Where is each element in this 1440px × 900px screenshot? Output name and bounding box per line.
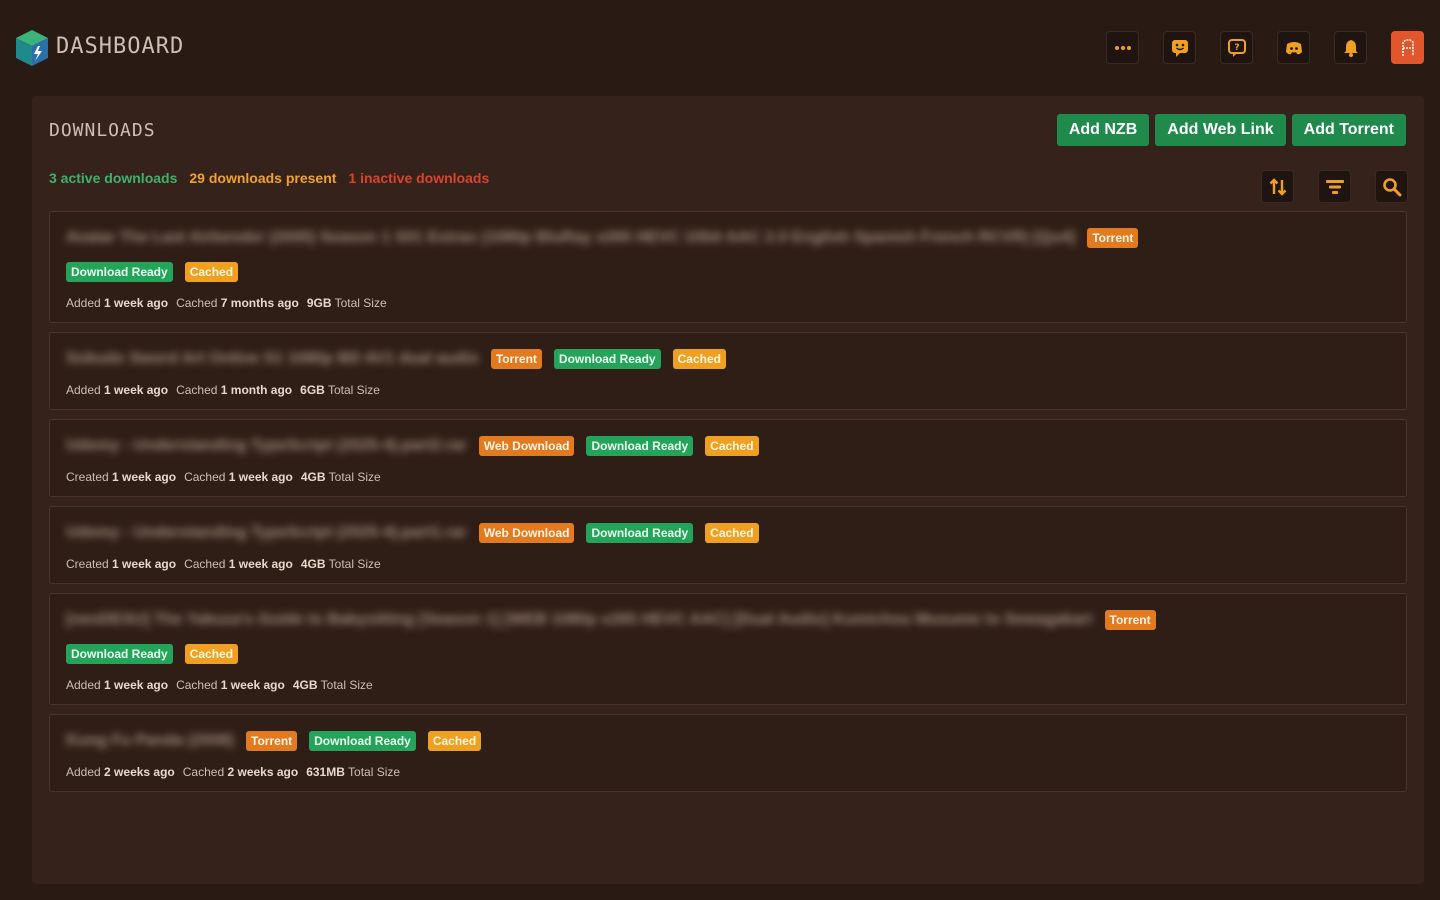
download-meta: Added 1 week ago Cached 7 months ago 9GB… xyxy=(66,296,1390,310)
added-label: Added xyxy=(66,383,101,397)
cached-badge: Cached xyxy=(705,436,759,456)
type-badge: Torrent xyxy=(1087,228,1139,248)
cached-label: Cached xyxy=(182,765,225,779)
type-badge: Web Download xyxy=(478,523,575,543)
cached-value: 2 weeks ago xyxy=(227,765,299,779)
downloads-panel: DOWNLOADS Add NZB Add Web Link Add Torre… xyxy=(32,96,1424,884)
avatar[interactable] xyxy=(1391,31,1424,64)
add-nzb-button[interactable]: Add NZB xyxy=(1056,114,1150,146)
download-name[interactable]: Udemy - Understanding TypeScript (2025-4… xyxy=(66,437,467,455)
cached-badge: Cached xyxy=(427,731,482,751)
type-badge: Torrent xyxy=(490,349,542,369)
type-badge: Torrent xyxy=(1104,610,1156,630)
status-badge: Download Ready xyxy=(66,644,173,664)
cached-label: Cached xyxy=(176,296,218,310)
search-icon[interactable] xyxy=(1375,170,1408,203)
added-label: Added xyxy=(66,296,101,310)
brand-title[interactable]: DASHBOARD xyxy=(56,34,184,59)
size-value: 4GB xyxy=(300,470,326,484)
active-count[interactable]: 3 active downloads xyxy=(49,170,177,186)
added-label: Added xyxy=(66,678,101,692)
download-name[interactable]: Kung Fu Panda (2008) xyxy=(66,732,234,750)
status-badge: Download Ready xyxy=(66,262,173,282)
status-badge: Download Ready xyxy=(553,349,661,369)
size-label: Total Size xyxy=(348,765,401,779)
chat-icon[interactable] xyxy=(1163,31,1196,64)
size-value: 4GB xyxy=(292,678,318,692)
download-meta: Created 1 week ago Cached 1 week ago 4GB… xyxy=(66,557,1390,571)
cached-value: 1 month ago xyxy=(220,383,293,397)
added-value: 2 weeks ago xyxy=(104,765,175,779)
cached-value: 1 week ago xyxy=(220,678,285,692)
download-name[interactable]: [neoDESU] The Yakuza's Guide to Babysitt… xyxy=(66,611,1093,629)
cached-badge: Cached xyxy=(672,349,726,369)
download-meta: Added 1 week ago Cached 1 month ago 6GB … xyxy=(66,383,1390,397)
header-icons: ? xyxy=(1106,31,1424,64)
cached-label: Cached xyxy=(176,383,218,397)
list-tools xyxy=(1261,170,1408,203)
size-label: Total Size xyxy=(328,557,381,571)
discord-icon[interactable] xyxy=(1277,31,1310,64)
size-value: 4GB xyxy=(300,557,326,571)
add-web-link-button[interactable]: Add Web Link xyxy=(1155,114,1286,146)
list-item[interactable]: Udemy - Understanding TypeScript (2025-4… xyxy=(49,506,1407,584)
cached-label: Cached xyxy=(184,557,226,571)
cached-badge: Cached xyxy=(184,644,239,664)
added-value: 1 week ago xyxy=(104,296,169,310)
size-label: Total Size xyxy=(328,470,381,484)
more-icon[interactable] xyxy=(1106,31,1139,64)
filter-icon[interactable] xyxy=(1318,170,1351,203)
cached-label: Cached xyxy=(176,678,218,692)
status-badge: Download Ready xyxy=(309,731,416,751)
status-badge: Download Ready xyxy=(586,523,694,543)
page-title: DOWNLOADS xyxy=(49,120,156,141)
cached-badge: Cached xyxy=(705,523,759,543)
cached-badge: Cached xyxy=(184,262,239,282)
action-buttons: Add NZB Add Web Link Add Torrent xyxy=(1056,114,1406,146)
download-stats: 3 active downloads 29 downloads present … xyxy=(49,170,489,186)
type-badge: Torrent xyxy=(246,731,298,751)
top-bar: DASHBOARD ? xyxy=(0,0,1440,96)
support-icon[interactable]: ? xyxy=(1220,31,1253,64)
list-item[interactable]: Sokudo Sword Art Online S1 1080p BD AV1 … xyxy=(49,332,1407,410)
created-label: Created xyxy=(66,557,109,571)
list-item[interactable]: Kung Fu Panda (2008) Torrent Download Re… xyxy=(49,714,1407,792)
status-badge: Download Ready xyxy=(586,436,694,456)
size-label: Total Size xyxy=(327,383,380,397)
size-label: Total Size xyxy=(320,678,373,692)
download-name[interactable]: Avatar The Last Airbender (2005) Season … xyxy=(66,229,1075,247)
download-meta: Created 1 week ago Cached 1 week ago 4GB… xyxy=(66,470,1390,484)
download-list: Avatar The Last Airbender (2005) Season … xyxy=(49,211,1407,801)
created-value: 1 week ago xyxy=(112,470,177,484)
list-item[interactable]: Avatar The Last Airbender (2005) Season … xyxy=(49,211,1407,323)
type-badge: Web Download xyxy=(478,436,575,456)
cached-value: 7 months ago xyxy=(220,296,299,310)
size-value: 9GB xyxy=(306,296,332,310)
list-item[interactable]: [neoDESU] The Yakuza's Guide to Babysitt… xyxy=(49,593,1407,705)
created-value: 1 week ago xyxy=(112,557,177,571)
size-label: Total Size xyxy=(334,296,387,310)
added-label: Added xyxy=(66,765,101,779)
cached-value: 1 week ago xyxy=(228,470,293,484)
download-name[interactable]: Sokudo Sword Art Online S1 1080p BD AV1 … xyxy=(66,350,479,368)
present-count[interactable]: 29 downloads present xyxy=(189,170,336,186)
add-torrent-button[interactable]: Add Torrent xyxy=(1291,114,1406,146)
download-name[interactable]: Udemy - Understanding TypeScript (2025-4… xyxy=(66,524,467,542)
sort-icon[interactable] xyxy=(1261,170,1294,203)
download-meta: Added 1 week ago Cached 1 week ago 4GB T… xyxy=(66,678,1390,692)
logo-icon xyxy=(16,30,48,66)
size-value: 631MB xyxy=(306,765,345,779)
inactive-count[interactable]: 1 inactive downloads xyxy=(348,170,489,186)
created-label: Created xyxy=(66,470,109,484)
cached-value: 1 week ago xyxy=(228,557,293,571)
bell-icon[interactable] xyxy=(1334,31,1367,64)
size-value: 6GB xyxy=(300,383,325,397)
added-value: 1 week ago xyxy=(104,678,169,692)
cached-label: Cached xyxy=(184,470,226,484)
list-item[interactable]: Udemy - Understanding TypeScript (2025-4… xyxy=(49,419,1407,497)
added-value: 1 week ago xyxy=(104,383,169,397)
svg-text:?: ? xyxy=(1234,43,1239,53)
download-meta: Added 2 weeks ago Cached 2 weeks ago 631… xyxy=(66,765,1390,779)
